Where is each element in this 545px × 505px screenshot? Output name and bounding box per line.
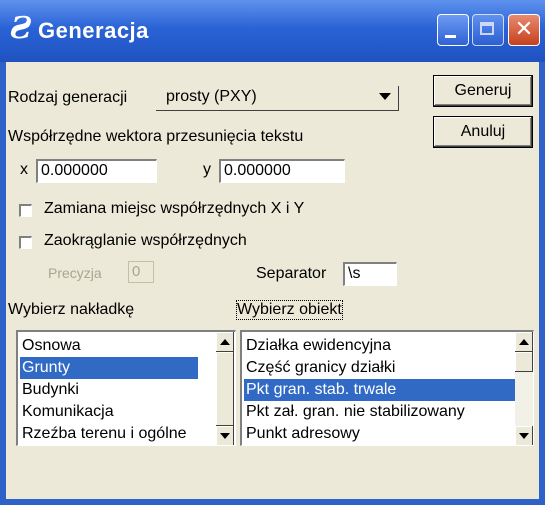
- y-label: y: [203, 161, 211, 178]
- precision-label: Precyzja: [48, 265, 102, 281]
- list-item[interactable]: Pkt gran. stab. trwale: [244, 379, 516, 401]
- list-item[interactable]: Rzeźba terenu i ogólne: [20, 423, 198, 445]
- object-list[interactable]: Działka ewidencyjna Część granicy działk…: [240, 330, 534, 446]
- list-item[interactable]: Osnowa: [20, 335, 198, 357]
- generation-type-select[interactable]: prosty (PXY): [156, 86, 399, 110]
- list-item[interactable]: Pkt zał. gran. nie stabilizowany: [244, 401, 516, 423]
- minimize-icon: [438, 15, 468, 45]
- scroll-up-icon[interactable]: [515, 332, 533, 352]
- maximize-icon: [473, 15, 503, 45]
- close-button[interactable]: ✕: [508, 14, 540, 46]
- scroll-thumb[interactable]: [515, 352, 533, 372]
- precision-input: 0: [128, 261, 154, 283]
- scroll-up-icon[interactable]: [216, 332, 234, 352]
- separator-input[interactable]: \s: [343, 262, 397, 286]
- app-icon: Ƨ: [10, 11, 32, 46]
- minimize-button[interactable]: [437, 14, 469, 46]
- overlay-list[interactable]: Osnowa Grunty Budynki Komunikacja Rzeźba…: [16, 330, 236, 446]
- scroll-thumb[interactable]: [216, 352, 234, 426]
- y-input[interactable]: 0.000000: [219, 159, 345, 183]
- x-input[interactable]: 0.000000: [36, 159, 157, 183]
- list-item[interactable]: Komunikacja: [20, 401, 198, 423]
- scroll-down-icon[interactable]: [515, 426, 533, 445]
- swap-label: Zamiana miejsc współrzędnych X i Y: [44, 200, 305, 217]
- list-item[interactable]: Punkt adresowy: [244, 423, 516, 445]
- separator-label: Separator: [256, 265, 327, 282]
- list-item[interactable]: Działka ewidencyjna: [244, 335, 516, 357]
- swap-checkbox[interactable]: [19, 204, 32, 217]
- window-title: Generacja: [38, 18, 149, 43]
- scroll-down-icon[interactable]: [216, 426, 234, 445]
- generation-type-value: prosty (PXY): [166, 88, 257, 105]
- combo-edge: [398, 86, 399, 111]
- shift-vector-label: Współrzędne wektora przesunięcia tekstu: [8, 128, 304, 145]
- close-icon: ✕: [514, 17, 534, 42]
- list-item[interactable]: Grunty: [20, 357, 198, 379]
- overlay-label: Wybierz nakładkę: [8, 301, 135, 318]
- dialog-body: Rodzaj generacji prosty (PXY) Generuj An…: [6, 62, 539, 499]
- maximize-button[interactable]: [472, 14, 504, 46]
- window-frame: Ƨ Generacja ✕ Rodzaj generacji prosty (P…: [0, 0, 545, 505]
- x-label: x: [20, 161, 28, 178]
- list-item[interactable]: Część granicy działki: [244, 357, 516, 379]
- object-label: Wybierz obiekt: [236, 300, 343, 320]
- combo-underline: [156, 110, 399, 111]
- generation-type-label: Rodzaj generacji: [8, 89, 128, 106]
- cancel-button[interactable]: Anuluj: [433, 116, 533, 148]
- overlay-scrollbar[interactable]: [216, 332, 234, 445]
- chevron-down-icon[interactable]: [379, 93, 391, 100]
- round-checkbox[interactable]: [19, 236, 32, 249]
- list-item[interactable]: Budynki: [20, 379, 198, 401]
- generate-button[interactable]: Generuj: [433, 75, 533, 107]
- round-label: Zaokrąglanie współrzędnych: [44, 232, 247, 249]
- title-bar[interactable]: Ƨ Generacja ✕: [0, 0, 545, 62]
- object-scrollbar[interactable]: [515, 332, 533, 445]
